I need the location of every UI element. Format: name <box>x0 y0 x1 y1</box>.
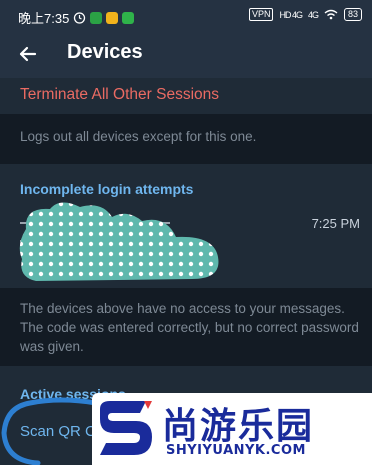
attempt-time: 7:25 PM <box>311 216 360 231</box>
incomplete-section-title: Incomplete login attempts <box>20 181 194 197</box>
watermark: 尚游乐园 SHYIYUANYK.COM <box>92 393 372 465</box>
incomplete-info-text: The devices above have no access to your… <box>20 301 359 354</box>
terminate-sessions-button[interactable]: Terminate All Other Sessions <box>0 78 372 114</box>
vpn-badge: VPN <box>248 8 274 21</box>
status-right: VPN HD 4G 4G 83 <box>248 8 362 21</box>
status-bar: 晚上7:35 VPN HD 4G 4G 83 <box>0 0 372 32</box>
app-bar: Devices <box>0 32 372 78</box>
terminate-info-text: Logs out all devices except for this one… <box>20 129 257 144</box>
signal-1: HD 4G <box>279 9 302 20</box>
watermark-logo-icon <box>100 401 152 455</box>
watermark-chinese: 尚游乐园 <box>162 406 315 447</box>
watermark-english: SHYIYUANYK.COM <box>166 443 306 458</box>
incomplete-attempts-section: Incomplete login attempts 7:25 PM <box>0 164 372 288</box>
alarm-icon <box>74 12 86 24</box>
page-title: Devices <box>67 41 143 63</box>
app-notification-icon <box>106 11 119 24</box>
terminate-info: Logs out all devices except for this one… <box>0 114 372 164</box>
status-time: 晚上7:35 <box>18 11 70 26</box>
status-left: 晚上7:35 <box>18 8 135 27</box>
terminate-label: Terminate All Other Sessions <box>20 86 220 103</box>
wechat-icon <box>90 11 103 24</box>
app-notification-icon <box>122 11 135 24</box>
wifi-icon <box>324 9 338 20</box>
incomplete-info: The devices above have no access to your… <box>0 288 372 366</box>
battery-indicator: 83 <box>343 8 362 21</box>
signal-2: 4G <box>307 9 319 20</box>
arrow-left-icon[interactable] <box>14 40 42 68</box>
redaction-blob <box>19 202 219 281</box>
